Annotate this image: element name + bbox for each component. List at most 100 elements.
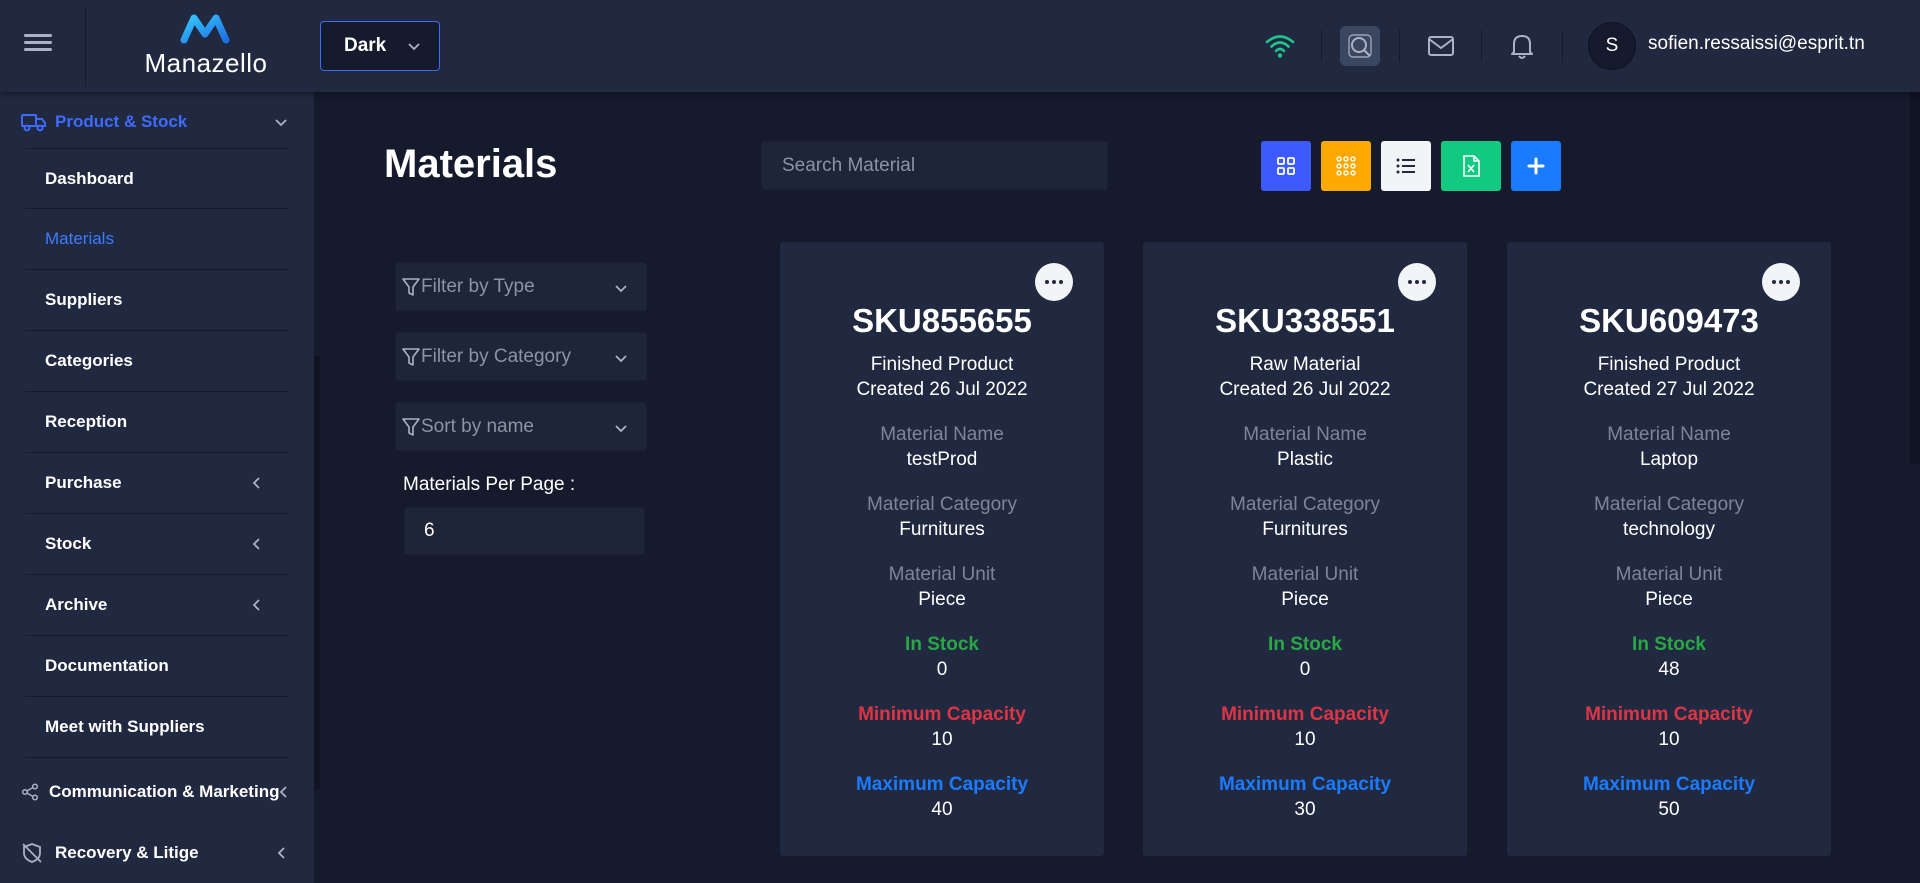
compact-grid-view-button[interactable] xyxy=(1321,141,1371,191)
minimum-capacity-label: Minimum Capacity xyxy=(858,704,1026,725)
material-sku: SKU855655 xyxy=(852,302,1032,339)
chevron-left-icon xyxy=(279,786,287,798)
material-category-label: Material Category xyxy=(1594,494,1744,515)
search-material-input[interactable] xyxy=(761,141,1108,190)
sidebar-item-label: Purchase xyxy=(45,473,122,492)
material-type: Finished Product xyxy=(1597,354,1741,375)
chevron-down-icon xyxy=(408,43,420,51)
material-unit-value: Piece xyxy=(1281,589,1329,610)
chevron-down-icon xyxy=(275,119,287,127)
truck-icon xyxy=(21,114,46,132)
sidebar-item-label: Meet with Suppliers xyxy=(45,717,205,736)
material-name-label: Material Name xyxy=(1607,424,1731,445)
top-navbar: Manazello Dark S sofien.ressaissi@esprit… xyxy=(0,0,1920,92)
maximum-capacity-label: Maximum Capacity xyxy=(1218,774,1392,795)
sidebar-item-stock[interactable]: Stock xyxy=(25,514,289,575)
add-material-button[interactable] xyxy=(1511,141,1561,191)
more-options-icon[interactable] xyxy=(1398,263,1436,301)
filter-icon xyxy=(402,277,420,296)
sidebar-item-dashboard[interactable]: Dashboard xyxy=(25,148,289,209)
wifi-icon xyxy=(1260,26,1300,66)
sidebar-section-label: Recovery & Litige xyxy=(55,843,199,862)
minimum-capacity-value: 10 xyxy=(931,729,953,750)
chevron-down-icon xyxy=(615,355,627,363)
in-stock-label: In Stock xyxy=(1632,634,1706,655)
sidebar-scrollbar[interactable] xyxy=(314,356,320,790)
minimum-capacity-value: 10 xyxy=(1658,729,1680,750)
dots-grid-icon xyxy=(1336,156,1356,176)
filter-by-category-select[interactable]: Filter by Category xyxy=(395,332,647,381)
sidebar-item-categories[interactable]: Categories xyxy=(25,331,289,392)
sidebar-item-label: Documentation xyxy=(45,656,169,675)
user-email[interactable]: sofien.ressaissi@esprit.tn xyxy=(1648,33,1865,55)
sidebar-item-label: Stock xyxy=(45,534,92,553)
sidebar-item-label: Categories xyxy=(45,351,133,370)
search-icon[interactable] xyxy=(1340,26,1380,66)
in-stock-label: In Stock xyxy=(905,634,979,655)
material-created-date: Created 27 Jul 2022 xyxy=(1583,379,1755,400)
main-scrollbar[interactable] xyxy=(1910,92,1920,464)
sidebar-item-label: Dashboard xyxy=(45,168,134,188)
sidebar-item-archive[interactable]: Archive xyxy=(25,575,289,636)
sidebar-section-recovery-litige[interactable]: Recovery & Litige xyxy=(0,823,314,883)
minimum-capacity-value: 10 xyxy=(1294,729,1316,750)
sidebar-item-reception[interactable]: Reception xyxy=(25,392,289,453)
material-type: Raw Material xyxy=(1249,354,1361,375)
in-stock-value: 0 xyxy=(936,659,948,680)
sidebar-item-label: Reception xyxy=(45,412,128,431)
sidebar-item-suppliers[interactable]: Suppliers xyxy=(25,270,289,331)
in-stock-value: 48 xyxy=(1658,659,1680,680)
sort-by-name-select[interactable]: Sort by name xyxy=(395,402,647,451)
divider xyxy=(1481,30,1482,62)
material-name-label: Material Name xyxy=(880,424,1004,445)
filter-icon xyxy=(402,417,420,436)
in-stock-value: 0 xyxy=(1299,659,1311,680)
materials-per-page-label: Materials Per Page : xyxy=(403,474,576,495)
share-icon xyxy=(21,783,39,801)
material-unit-label: Material Unit xyxy=(888,564,996,585)
material-card: SKU855655 Finished Product Created 26 Ju… xyxy=(780,242,1104,856)
minimum-capacity-label: Minimum Capacity xyxy=(1585,704,1753,725)
chevron-left-icon xyxy=(252,538,260,550)
in-stock-label: In Stock xyxy=(1268,634,1342,655)
shield-off-icon xyxy=(22,843,42,863)
brand-logo[interactable]: Manazello xyxy=(136,12,276,78)
filter-by-type-select[interactable]: Filter by Type xyxy=(395,262,647,311)
maximum-capacity-value: 40 xyxy=(931,799,953,820)
sidebar-item-label: Suppliers xyxy=(45,290,123,309)
theme-select[interactable]: Dark xyxy=(320,21,440,71)
avatar[interactable]: S xyxy=(1588,22,1636,70)
chevron-left-icon xyxy=(252,477,260,489)
material-card: SKU338551 Raw Material Created 26 Jul 20… xyxy=(1143,242,1467,856)
grid-icon xyxy=(1277,157,1295,175)
material-type: Finished Product xyxy=(870,354,1014,375)
material-sku: SKU338551 xyxy=(1215,302,1395,339)
list-icon xyxy=(1396,158,1415,174)
material-category-value: Furnitures xyxy=(899,519,985,540)
maximum-capacity-value: 30 xyxy=(1294,799,1316,820)
manazello-logo-icon xyxy=(180,14,230,44)
material-name-value: Laptop xyxy=(1639,449,1699,470)
bell-icon[interactable] xyxy=(1502,26,1542,66)
material-name-value: Plastic xyxy=(1277,449,1333,470)
chevron-down-icon xyxy=(615,285,627,293)
sidebar-item-documentation[interactable]: Documentation xyxy=(25,636,289,697)
material-unit-value: Piece xyxy=(918,589,966,610)
more-options-icon[interactable] xyxy=(1035,263,1073,301)
materials-per-page-input[interactable]: 6 xyxy=(404,507,645,555)
more-options-icon[interactable] xyxy=(1762,263,1800,301)
sidebar-item-purchase[interactable]: Purchase xyxy=(25,453,289,514)
mail-icon[interactable] xyxy=(1421,26,1461,66)
material-category-value: Furnitures xyxy=(1262,519,1348,540)
material-sku: SKU609473 xyxy=(1579,302,1759,339)
sidebar-section-communication-marketing[interactable]: Communication & Marketing xyxy=(0,762,314,822)
hamburger-menu-icon[interactable] xyxy=(24,30,60,60)
material-category-value: technology xyxy=(1623,519,1715,540)
grid-view-button[interactable] xyxy=(1261,141,1311,191)
list-view-button[interactable] xyxy=(1381,141,1431,191)
filter-label: Filter by Category xyxy=(421,345,571,367)
sidebar-item-meet-with-suppliers[interactable]: Meet with Suppliers xyxy=(25,697,289,758)
sidebar-item-materials[interactable]: Materials xyxy=(25,209,289,270)
export-excel-button[interactable] xyxy=(1441,141,1501,191)
sidebar-section-product-stock[interactable]: Product & Stock xyxy=(0,92,314,152)
